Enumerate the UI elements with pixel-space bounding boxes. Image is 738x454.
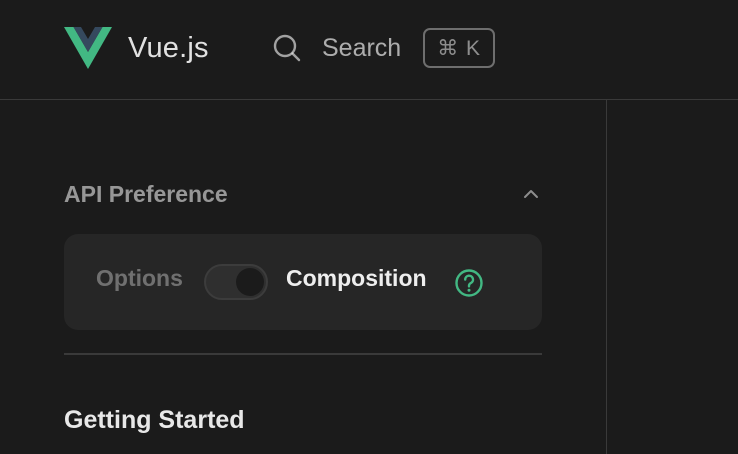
- vue-logo-icon: [64, 27, 112, 69]
- top-navbar: Vue.js Search ⌘ K: [0, 0, 738, 100]
- page: Vue.js Search ⌘ K API Preference Options…: [0, 0, 738, 454]
- api-option-composition[interactable]: Composition: [286, 265, 427, 292]
- api-preference-header[interactable]: API Preference: [64, 172, 542, 216]
- sidebar-divider: [64, 353, 542, 355]
- brand-home-link[interactable]: Vue.js: [64, 26, 209, 70]
- toggle-knob: [236, 268, 264, 296]
- brand-title: Vue.js: [128, 31, 209, 64]
- sidebar-section-getting-started[interactable]: Getting Started: [64, 406, 245, 435]
- api-preference-title: API Preference: [64, 180, 228, 207]
- search-button[interactable]: Search ⌘ K: [272, 26, 496, 70]
- sidebar: API Preference Options Composition Getti…: [0, 100, 607, 454]
- api-option-options[interactable]: Options: [96, 265, 183, 292]
- api-style-toggle[interactable]: [204, 264, 268, 300]
- api-preference-card: Options Composition: [64, 234, 542, 330]
- search-shortcut-badge: ⌘ K: [423, 28, 496, 68]
- search-label: Search: [322, 33, 402, 62]
- search-icon: [273, 34, 301, 62]
- question-circle-icon[interactable]: [454, 268, 484, 298]
- chevron-up-icon: [524, 190, 538, 198]
